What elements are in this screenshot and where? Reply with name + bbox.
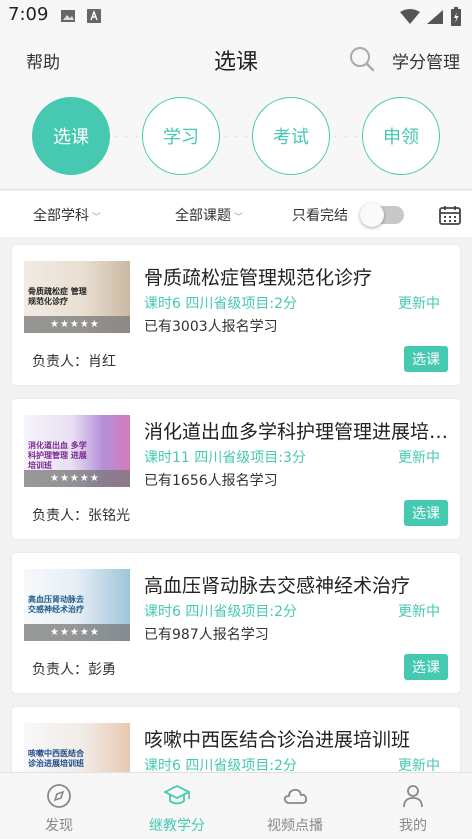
cloud-icon <box>283 788 308 804</box>
tab-mine[interactable]: 我的 <box>354 773 472 839</box>
tab-discover[interactable]: 发现 <box>0 773 118 839</box>
step-select-course[interactable]: 选课 <box>32 97 110 175</box>
course-meta: 课时6 四川省级项目:2分 <box>144 296 297 312</box>
rating-stars: ★★★★★ <box>24 470 130 487</box>
subject-filter[interactable]: 全部学科 ﹀ <box>33 205 101 225</box>
rating-stars: ★★★★★ <box>24 624 130 641</box>
step-apply[interactable]: 申领 <box>362 97 440 175</box>
credit-management-link[interactable]: 学分管理 <box>392 48 460 73</box>
enrolled-count: 已有3003人报名学习 <box>144 319 278 335</box>
course-card[interactable]: 骨质疏松症 管理规范化诊疗 ★★★★★ 骨质疏松症管理规范化诊疗 课时6 四川省… <box>12 245 460 385</box>
bottom-tab-bar: 发现 继教学分 视频点播 我的 <box>0 772 472 839</box>
text-notification-icon <box>87 9 101 23</box>
step-study[interactable]: 学习 <box>142 97 220 175</box>
course-card[interactable]: 高血压肾动脉去交感神经术治疗 ★★★★★ 高血压肾动脉去交感神经术治疗 课时6 … <box>12 553 460 693</box>
select-course-button[interactable]: 选课 <box>404 346 448 372</box>
course-owner: 负责人：彭勇 <box>32 662 116 678</box>
tab-video-on-demand[interactable]: 视频点播 <box>236 773 354 839</box>
course-meta: 课时6 四川省级项目:2分 <box>144 758 297 772</box>
course-meta: 课时6 四川省级项目:2分 <box>144 604 297 620</box>
step-exam[interactable]: 考试 <box>252 97 330 175</box>
enrolled-count: 已有1656人报名学习 <box>144 473 278 489</box>
person-icon <box>403 785 423 808</box>
app-header: 帮助 选课 学分管理 <box>0 32 472 88</box>
calendar-icon[interactable] <box>439 205 461 225</box>
course-steps: 选课 · · · · 学习 · · · · 考试 · · · · 申领 <box>0 88 472 190</box>
tab-continuing-education[interactable]: 继教学分 <box>118 773 236 839</box>
battery-icon <box>451 7 461 26</box>
update-status: 更新中 <box>398 758 440 772</box>
toggle-knob <box>360 203 384 227</box>
chevron-down-icon: ﹀ <box>92 213 102 223</box>
course-thumbnail: 咳嗽中西医结合 诊治进展培训班 <box>24 723 130 772</box>
status-time: 7:09 <box>8 4 49 25</box>
update-status: 更新中 <box>398 604 440 620</box>
course-title: 高血压肾动脉去交感神经术治疗 <box>144 575 411 597</box>
course-list: 骨质疏松症 管理规范化诊疗 ★★★★★ 骨质疏松症管理规范化诊疗 课时6 四川省… <box>0 237 472 772</box>
course-thumbnail: 高血压肾动脉去交感神经术治疗 ★★★★★ <box>24 569 130 641</box>
status-bar: 7:09 <box>0 0 472 32</box>
course-title: 咳嗽中西医结合诊治进展培训班 <box>144 729 411 751</box>
compass-icon <box>47 784 71 808</box>
course-title: 消化道出血多学科护理管理进展培训班 <box>144 421 454 443</box>
course-meta: 课时11 四川省级项目:3分 <box>144 450 306 466</box>
course-owner: 负责人：肖红 <box>32 354 116 370</box>
topic-filter[interactable]: 全部课题 ﹀ <box>175 205 243 225</box>
select-course-button[interactable]: 选课 <box>404 654 448 680</box>
only-finished-label: 只看完结 <box>292 208 348 224</box>
course-thumbnail: 骨质疏松症 管理规范化诊疗 ★★★★★ <box>24 261 130 333</box>
course-thumbnail: 消化道出血 多学科护理管理 进展培训班 ★★★★★ <box>24 415 130 487</box>
wifi-icon <box>400 9 420 24</box>
enrolled-count: 已有987人报名学习 <box>144 627 269 643</box>
image-notification-icon <box>61 10 75 22</box>
course-owner: 负责人：张铭光 <box>32 508 130 524</box>
update-status: 更新中 <box>398 296 440 312</box>
select-course-button[interactable]: 选课 <box>404 500 448 526</box>
rating-stars: ★★★★★ <box>24 316 130 333</box>
chevron-down-icon: ﹀ <box>234 213 244 223</box>
course-title: 骨质疏松症管理规范化诊疗 <box>144 267 373 289</box>
search-icon[interactable] <box>348 45 376 73</box>
update-status: 更新中 <box>398 450 440 466</box>
course-card[interactable]: 消化道出血 多学科护理管理 进展培训班 ★★★★★ 消化道出血多学科护理管理进展… <box>12 399 460 539</box>
signal-icon <box>427 10 443 24</box>
course-card[interactable]: 咳嗽中西医结合 诊治进展培训班 咳嗽中西医结合诊治进展培训班 课时6 四川省级项… <box>12 707 460 772</box>
graduation-cap-icon <box>164 784 190 805</box>
